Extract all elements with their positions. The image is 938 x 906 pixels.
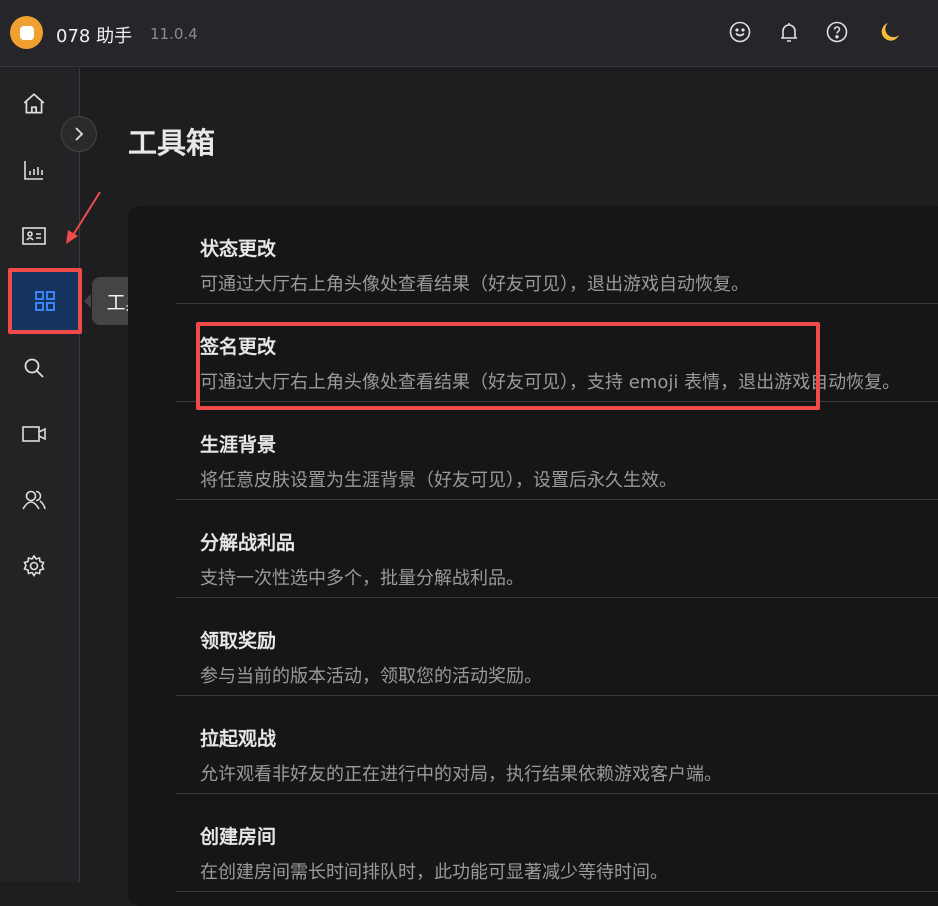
users-icon xyxy=(22,490,46,510)
grid-icon xyxy=(35,291,55,311)
expand-sidebar-button[interactable] xyxy=(61,116,97,152)
smile-icon[interactable] xyxy=(728,20,752,44)
id-card-icon xyxy=(22,227,46,245)
sidebar-item-stats[interactable] xyxy=(12,148,56,192)
sidebar-item-profile[interactable] xyxy=(12,214,56,258)
search-icon xyxy=(24,358,44,378)
chevron-right-icon xyxy=(75,127,84,141)
tool-item[interactable]: 领取奖励 参与当前的版本活动，领取您的活动奖励。 xyxy=(176,598,938,696)
app-logo xyxy=(10,16,43,49)
bar-chart-icon xyxy=(24,161,43,180)
gear-icon xyxy=(23,554,45,577)
tool-list: 状态更改 可通过大厅右上角头像处查看结果（好友可见），退出游戏自动恢复。 签名更改… xyxy=(128,206,938,906)
help-icon[interactable] xyxy=(825,20,849,44)
sidebar-item-search[interactable] xyxy=(12,346,56,390)
video-icon xyxy=(22,426,46,442)
page-title: 工具箱 xyxy=(128,126,216,160)
tool-item[interactable]: 分解战利品 支持一次性选中多个，批量分解战利品。 xyxy=(176,500,938,598)
sidebar-item-settings[interactable] xyxy=(12,544,56,588)
home-icon xyxy=(23,93,45,114)
tool-item[interactable]: 创建房间 在创建房间需长时间排队时，此功能可显著减少等待时间。 xyxy=(176,794,938,892)
title-bar: 078 助手 11.0.4 xyxy=(0,0,938,67)
highlight-box xyxy=(196,322,820,410)
moon-icon[interactable] xyxy=(878,20,902,44)
bell-icon[interactable] xyxy=(777,20,801,44)
tool-item[interactable]: 拉起观战 允许观看非好友的正在进行中的对局，执行结果依赖游戏客户端。 xyxy=(176,696,938,794)
sidebar-item-friends[interactable] xyxy=(12,478,56,522)
sidebar-item-video[interactable] xyxy=(12,412,56,456)
app-version: 11.0.4 xyxy=(150,25,198,43)
sidebar-item-toolbox[interactable] xyxy=(8,268,82,334)
tool-item[interactable]: 状态更改 可通过大厅右上角头像处查看结果（好友可见），退出游戏自动恢复。 xyxy=(176,206,938,304)
app-name: 078 助手 xyxy=(56,26,133,47)
sidebar-item-home[interactable] xyxy=(12,82,56,126)
tool-item[interactable]: 生涯背景 将任意皮肤设置为生涯背景（好友可见），设置后永久生效。 xyxy=(176,402,938,500)
annotation-arrow-icon xyxy=(66,191,101,244)
